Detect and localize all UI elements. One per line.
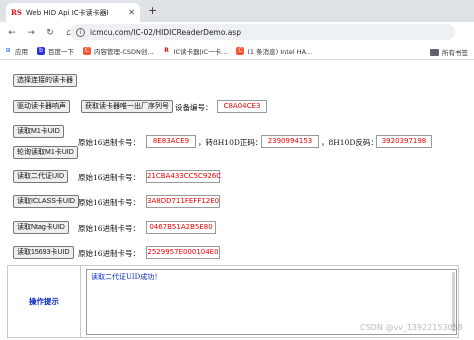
- read-m1-button[interactable]: 读取M1卡UID: [13, 125, 64, 138]
- read-iclass-button[interactable]: 读取ICLASS卡UID: [13, 195, 79, 208]
- browser-tab[interactable]: RS Web HID Api IC卡读卡器I ✕: [6, 3, 140, 22]
- bookmarks-bar: ⊞ 应用 b 百度一下 C 内容管理-CSDN创... R IC读卡器|IC一卡…: [0, 43, 474, 60]
- id2-hex-label: 原始16进制卡号：: [78, 173, 141, 182]
- csdn-icon: C: [83, 47, 91, 55]
- id2-hex-field[interactable]: 21CBA433CC5C926C: [146, 170, 221, 183]
- operation-hint-label: 操作提示: [8, 266, 81, 337]
- close-tab-icon[interactable]: ✕: [128, 8, 135, 17]
- ntag-hex-label: 原始16进制卡号：: [78, 224, 141, 233]
- bookmark-label: IC读卡器|IC一卡...: [173, 48, 228, 56]
- rs-icon: R: [164, 47, 169, 54]
- csdn-watermark: CSDN @vv_13922153058: [360, 323, 463, 332]
- bookmark-label: (1 条消息) Intel HA...: [247, 48, 313, 56]
- all-bookmarks-label: 所有书签: [442, 49, 468, 57]
- rs-favicon-icon: RS: [11, 8, 22, 17]
- device-number-field[interactable]: C8A04CE3: [217, 100, 267, 113]
- iclass-hex-field[interactable]: 3A8DD711FEFF12E0: [146, 195, 220, 208]
- baidu-icon: b: [37, 47, 45, 55]
- iclass-hex-label: 原始16进制卡号：: [78, 198, 141, 207]
- bookmark-apps[interactable]: ⊞ 应用: [4, 46, 28, 56]
- operation-message: 读取二代证UID成功！: [91, 273, 162, 281]
- apps-icon: ⊞: [5, 47, 11, 54]
- site-info-icon[interactable]: i: [76, 27, 85, 37]
- read-15693-button[interactable]: 读取15693卡UID: [13, 246, 74, 259]
- folder-icon: [430, 48, 439, 56]
- m1-hex-label: 原始16进制卡号：: [78, 138, 141, 147]
- read-id2-button[interactable]: 读取二代证UID: [13, 170, 69, 183]
- new-tab-button[interactable]: +: [148, 4, 157, 17]
- ntag-hex-field[interactable]: 0467B51A2B5E80: [146, 221, 216, 234]
- bookmark-csdn[interactable]: C 内容管理-CSDN创...: [83, 46, 154, 56]
- read-ntag-button[interactable]: 读取Ntag卡UID: [13, 221, 69, 234]
- address-bar[interactable]: i icmcu.com/IC-02/HIDICReaderDemo.asp: [70, 24, 455, 40]
- beep-button[interactable]: 驱动读卡器响声: [13, 100, 70, 113]
- device-number-label: 设备编号：: [175, 103, 213, 112]
- m1-hex-field[interactable]: 8E83ACE9: [146, 135, 196, 148]
- url-text: icmcu.com/IC-02/HIDICReaderDemo.asp: [90, 27, 241, 37]
- tab-title: Web HID Api IC卡读卡器I: [25, 8, 109, 17]
- forward-icon[interactable]: →: [24, 28, 38, 38]
- poll-m1-button[interactable]: 轮询读取M1卡UID: [13, 146, 78, 159]
- back-icon[interactable]: ←: [5, 28, 19, 38]
- message-icon: C: [236, 47, 245, 55]
- iso15693-hex-field[interactable]: 2529957E000104E0: [146, 246, 220, 259]
- bookmark-label: 百度一下: [48, 48, 74, 56]
- m1-8h10d-field[interactable]: 2390994153: [261, 135, 319, 148]
- bookmark-label: 应用: [15, 48, 28, 56]
- page-content: 选择连接的读卡器 驱动读卡器响声 获取读卡器唯一出厂序列号 设备编号： C8A0…: [0, 61, 474, 340]
- bookmark-message[interactable]: C (1 条消息) Intel HA...: [236, 46, 312, 56]
- bookmark-baidu[interactable]: b 百度一下: [37, 46, 74, 56]
- m1-8h10d-label: ，转8H10D正码：: [198, 138, 263, 147]
- m1-8h10d-rev-label: ，8H10D反码：: [321, 138, 378, 147]
- m1-8h10d-rev-field[interactable]: 3920397198: [376, 135, 432, 148]
- reload-icon[interactable]: ↻: [43, 28, 57, 38]
- all-bookmarks[interactable]: 所有书签: [430, 47, 468, 57]
- get-serial-button[interactable]: 获取读卡器唯一出厂序列号: [81, 100, 173, 113]
- iso15693-hex-label: 原始16进制卡号：: [78, 249, 141, 258]
- tab-strip: RS Web HID Api IC卡读卡器I ✕ +: [0, 0, 474, 22]
- select-reader-button[interactable]: 选择连接的读卡器: [13, 74, 77, 87]
- bookmark-label: 内容管理-CSDN创...: [94, 48, 154, 56]
- bookmark-rs[interactable]: R IC读卡器|IC一卡...: [163, 46, 228, 56]
